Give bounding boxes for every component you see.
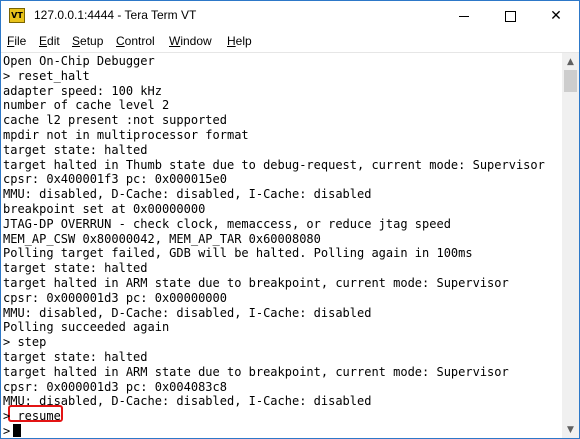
tera-term-app-icon[interactable]: VT <box>9 8 25 23</box>
terminal-line: > resume <box>3 409 61 424</box>
terminal-line: target state: halted <box>3 350 148 364</box>
terminal-line: adapter speed: 100 kHz <box>3 83 162 98</box>
minimize-icon <box>459 15 469 17</box>
menu-window[interactable]: Window <box>169 34 212 48</box>
terminal-output[interactable]: Open On-Chip Debugger > reset_halt adapter… <box>1 53 561 438</box>
terminal-line: Polling succeeded again <box>3 320 170 335</box>
terminal-line: target state: halted <box>3 142 148 157</box>
menu-help[interactable]: Help <box>227 34 252 48</box>
menu-file[interactable]: File <box>7 34 26 48</box>
terminal-line: Open On-Chip Debugger <box>3 54 155 68</box>
terminal-line: target halted in ARM state due to breakp… <box>3 364 509 379</box>
terminal-line: MMU: disabled, D-Cache: disabled, I-Cach… <box>3 305 372 320</box>
terminal-line: cpsr: 0x000001d3 pc: 0x004083c8 <box>3 379 227 394</box>
menu-bar: File Edit Setup Control Window Help <box>1 31 579 53</box>
terminal-line: mpdir not in multiprocessor format <box>3 128 249 142</box>
terminal-line: MEM_AP_CSW 0x80000042, MEM_AP_TAR 0x6000… <box>3 231 321 246</box>
scroll-thumb[interactable] <box>564 70 577 92</box>
maximize-icon <box>504 10 516 22</box>
terminal-line: target state: halted <box>3 261 148 276</box>
minimize-button[interactable] <box>441 1 487 31</box>
scroll-up-icon[interactable]: ▲ <box>562 53 579 70</box>
terminal-line: > <box>3 424 11 438</box>
terminal-line: number of cache level 2 <box>3 98 170 113</box>
terminal-line: MMU: disabled, D-Cache: disabled, I-Cach… <box>3 394 372 409</box>
terminal-line: > reset_halt <box>3 68 90 83</box>
terminal-line: target halted in ARM state due to breakp… <box>3 276 509 290</box>
maximize-button[interactable] <box>487 1 533 31</box>
terminal-line: cpsr: 0x400001f3 pc: 0x000015e0 <box>3 172 227 187</box>
terminal-line: target halted in Thumb state due to debu… <box>3 157 545 172</box>
terminal-line: MMU: disabled, D-Cache: disabled, I-Cach… <box>3 187 372 202</box>
terminal-line: cpsr: 0x000001d3 pc: 0x00000000 <box>3 290 227 305</box>
menu-edit[interactable]: Edit <box>39 34 60 48</box>
window-title: 127.0.0.1:4444 - Tera Term VT <box>34 8 197 22</box>
text-cursor <box>13 424 21 437</box>
terminal-line: > step <box>3 335 47 350</box>
terminal-line: breakpoint set at 0x00000000 <box>3 202 206 216</box>
close-button[interactable]: ✕ <box>533 1 579 31</box>
terminal-line: JTAG-DP OVERRUN - check clock, memaccess… <box>3 216 451 231</box>
tera-term-window: VT 127.0.0.1:4444 - Tera Term VT ✕ File … <box>0 0 580 439</box>
title-bar[interactable]: VT 127.0.0.1:4444 - Tera Term VT ✕ <box>1 1 579 31</box>
menu-setup[interactable]: Setup <box>72 34 103 48</box>
terminal-line: Polling target failed, GDB will be halte… <box>3 246 473 261</box>
vertical-scrollbar[interactable]: ▲ ▼ <box>562 53 579 438</box>
menu-control[interactable]: Control <box>116 34 155 48</box>
terminal-line: cache l2 present :not supported <box>3 113 227 128</box>
scroll-down-icon[interactable]: ▼ <box>562 421 579 438</box>
close-icon: ✕ <box>550 8 562 24</box>
